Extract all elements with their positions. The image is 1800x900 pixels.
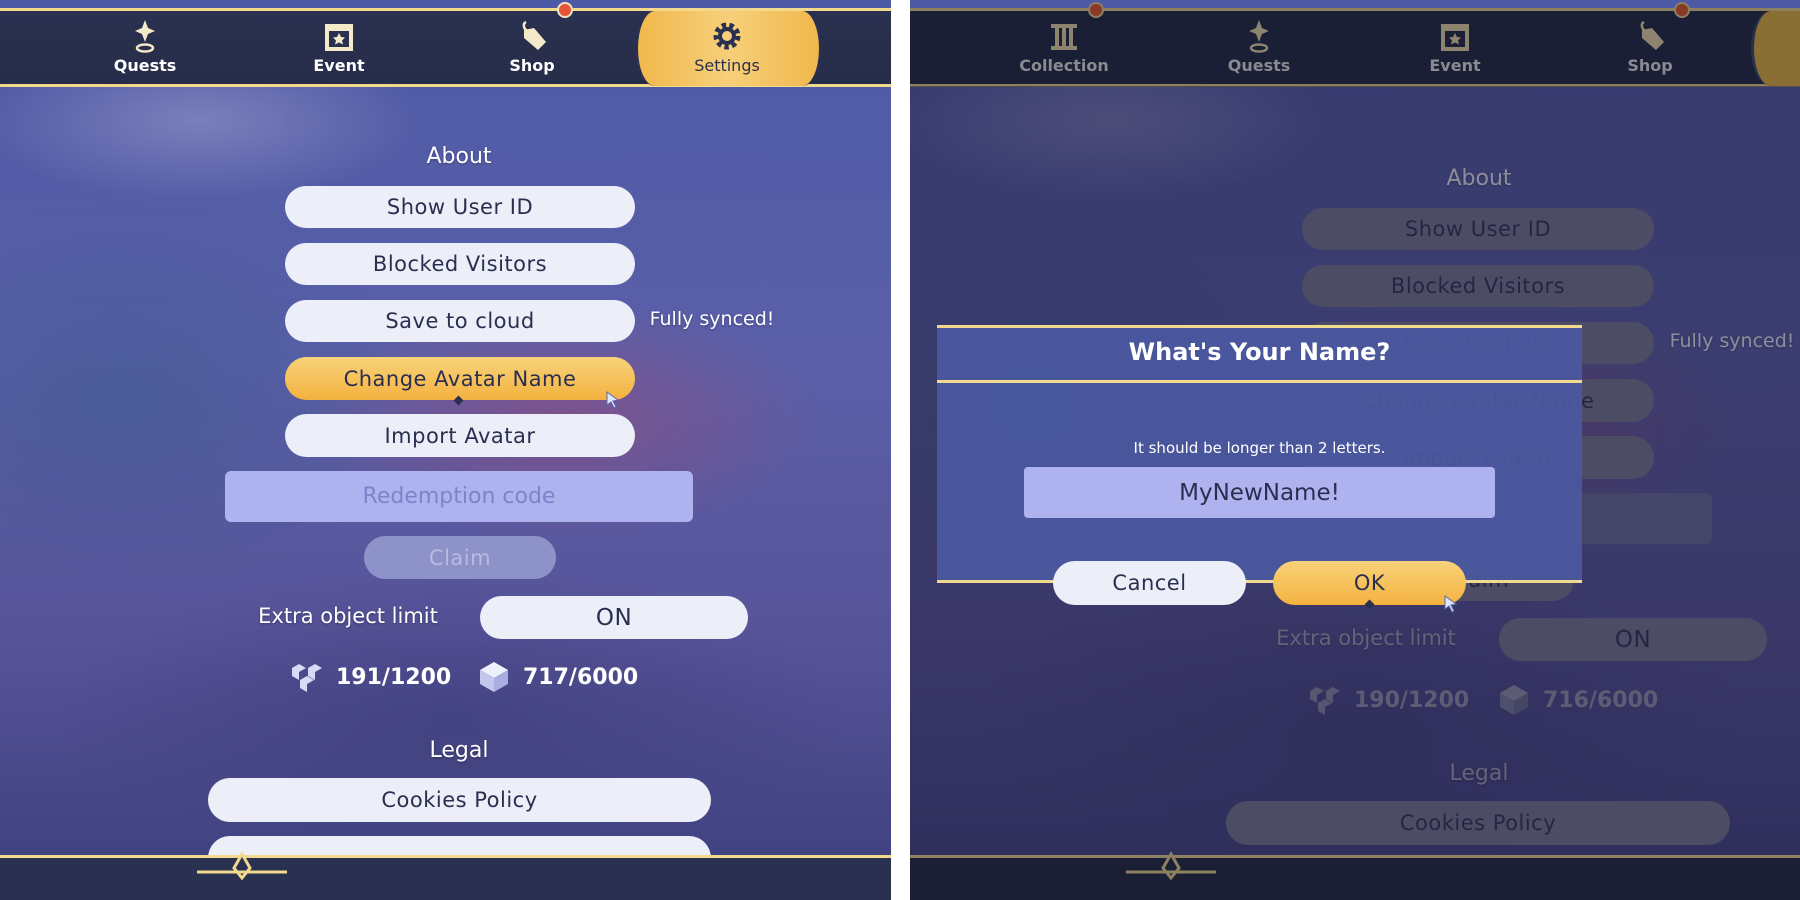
bottom-ornament-icon — [197, 850, 287, 880]
settings-screen-left: Quests Event Shop Settings About Show Us… — [0, 0, 891, 900]
import-avatar-button[interactable]: Import Avatar — [285, 414, 635, 457]
change-avatar-name-button[interactable]: Change Avatar Name — [285, 357, 635, 400]
event-calendar-icon — [1441, 24, 1469, 51]
tab-settings[interactable]: Settings — [667, 14, 787, 75]
mouse-cursor-icon — [606, 391, 620, 409]
large-block-icon — [480, 662, 508, 692]
claim-button[interactable]: Claim — [364, 536, 556, 579]
tab-quests[interactable]: Quests — [1199, 14, 1319, 75]
bottom-ornament-icon — [1126, 850, 1216, 880]
settings-gear-icon — [713, 22, 741, 50]
small-object-count: 191/1200 — [290, 660, 451, 694]
ok-button[interactable]: OK — [1273, 561, 1466, 605]
cookies-policy-button[interactable]: Cookies Policy — [208, 778, 711, 822]
settings-tab-highlight — [1751, 11, 1800, 86]
redemption-code-input[interactable]: Redemption code — [225, 471, 693, 522]
sync-status: Fully synced! — [649, 308, 775, 330]
legal-heading: Legal — [429, 738, 489, 763]
bottom-bar — [0, 855, 891, 900]
quests-icon — [135, 20, 155, 53]
tab-event[interactable]: Event — [279, 14, 399, 75]
shop-tag-icon — [522, 20, 546, 50]
tab-event[interactable]: Event — [1395, 14, 1515, 75]
extra-object-limit-toggle[interactable]: ON — [480, 596, 748, 639]
small-blocks-icon — [292, 664, 322, 692]
event-calendar-icon — [325, 24, 353, 51]
avatar-name-input[interactable]: MyNewName! — [1024, 467, 1495, 518]
tab-shop[interactable]: Shop — [472, 14, 592, 75]
quests-icon — [1249, 20, 1269, 53]
top-nav: Quests Event Shop Settings — [0, 0, 891, 90]
bottom-bar — [910, 855, 1800, 900]
shop-tag-icon — [1640, 20, 1664, 50]
tab-collection[interactable]: Collection — [1004, 14, 1124, 75]
save-to-cloud-button[interactable]: Save to cloud — [285, 300, 635, 342]
dialog-hint: It should be longer than 2 letters. — [1133, 439, 1386, 457]
about-heading: About — [426, 144, 492, 169]
blocked-visitors-button[interactable]: Blocked Visitors — [285, 243, 635, 285]
show-user-id-button[interactable]: Show User ID — [285, 186, 635, 228]
name-dialog: What's Your Name? It should be longer th… — [937, 325, 1582, 583]
tab-quests[interactable]: Quests — [85, 14, 205, 75]
cancel-button[interactable]: Cancel — [1053, 561, 1246, 605]
collection-pillar-icon — [1051, 24, 1077, 50]
dialog-title: What's Your Name? — [1128, 338, 1391, 366]
top-nav: Collection Quests Event Shop — [910, 0, 1800, 90]
mouse-cursor-icon — [1444, 595, 1458, 613]
tab-shop[interactable]: Shop — [1590, 14, 1710, 75]
extra-object-limit-label: Extra object limit — [258, 604, 438, 628]
large-object-count: 717/6000 — [477, 660, 638, 694]
